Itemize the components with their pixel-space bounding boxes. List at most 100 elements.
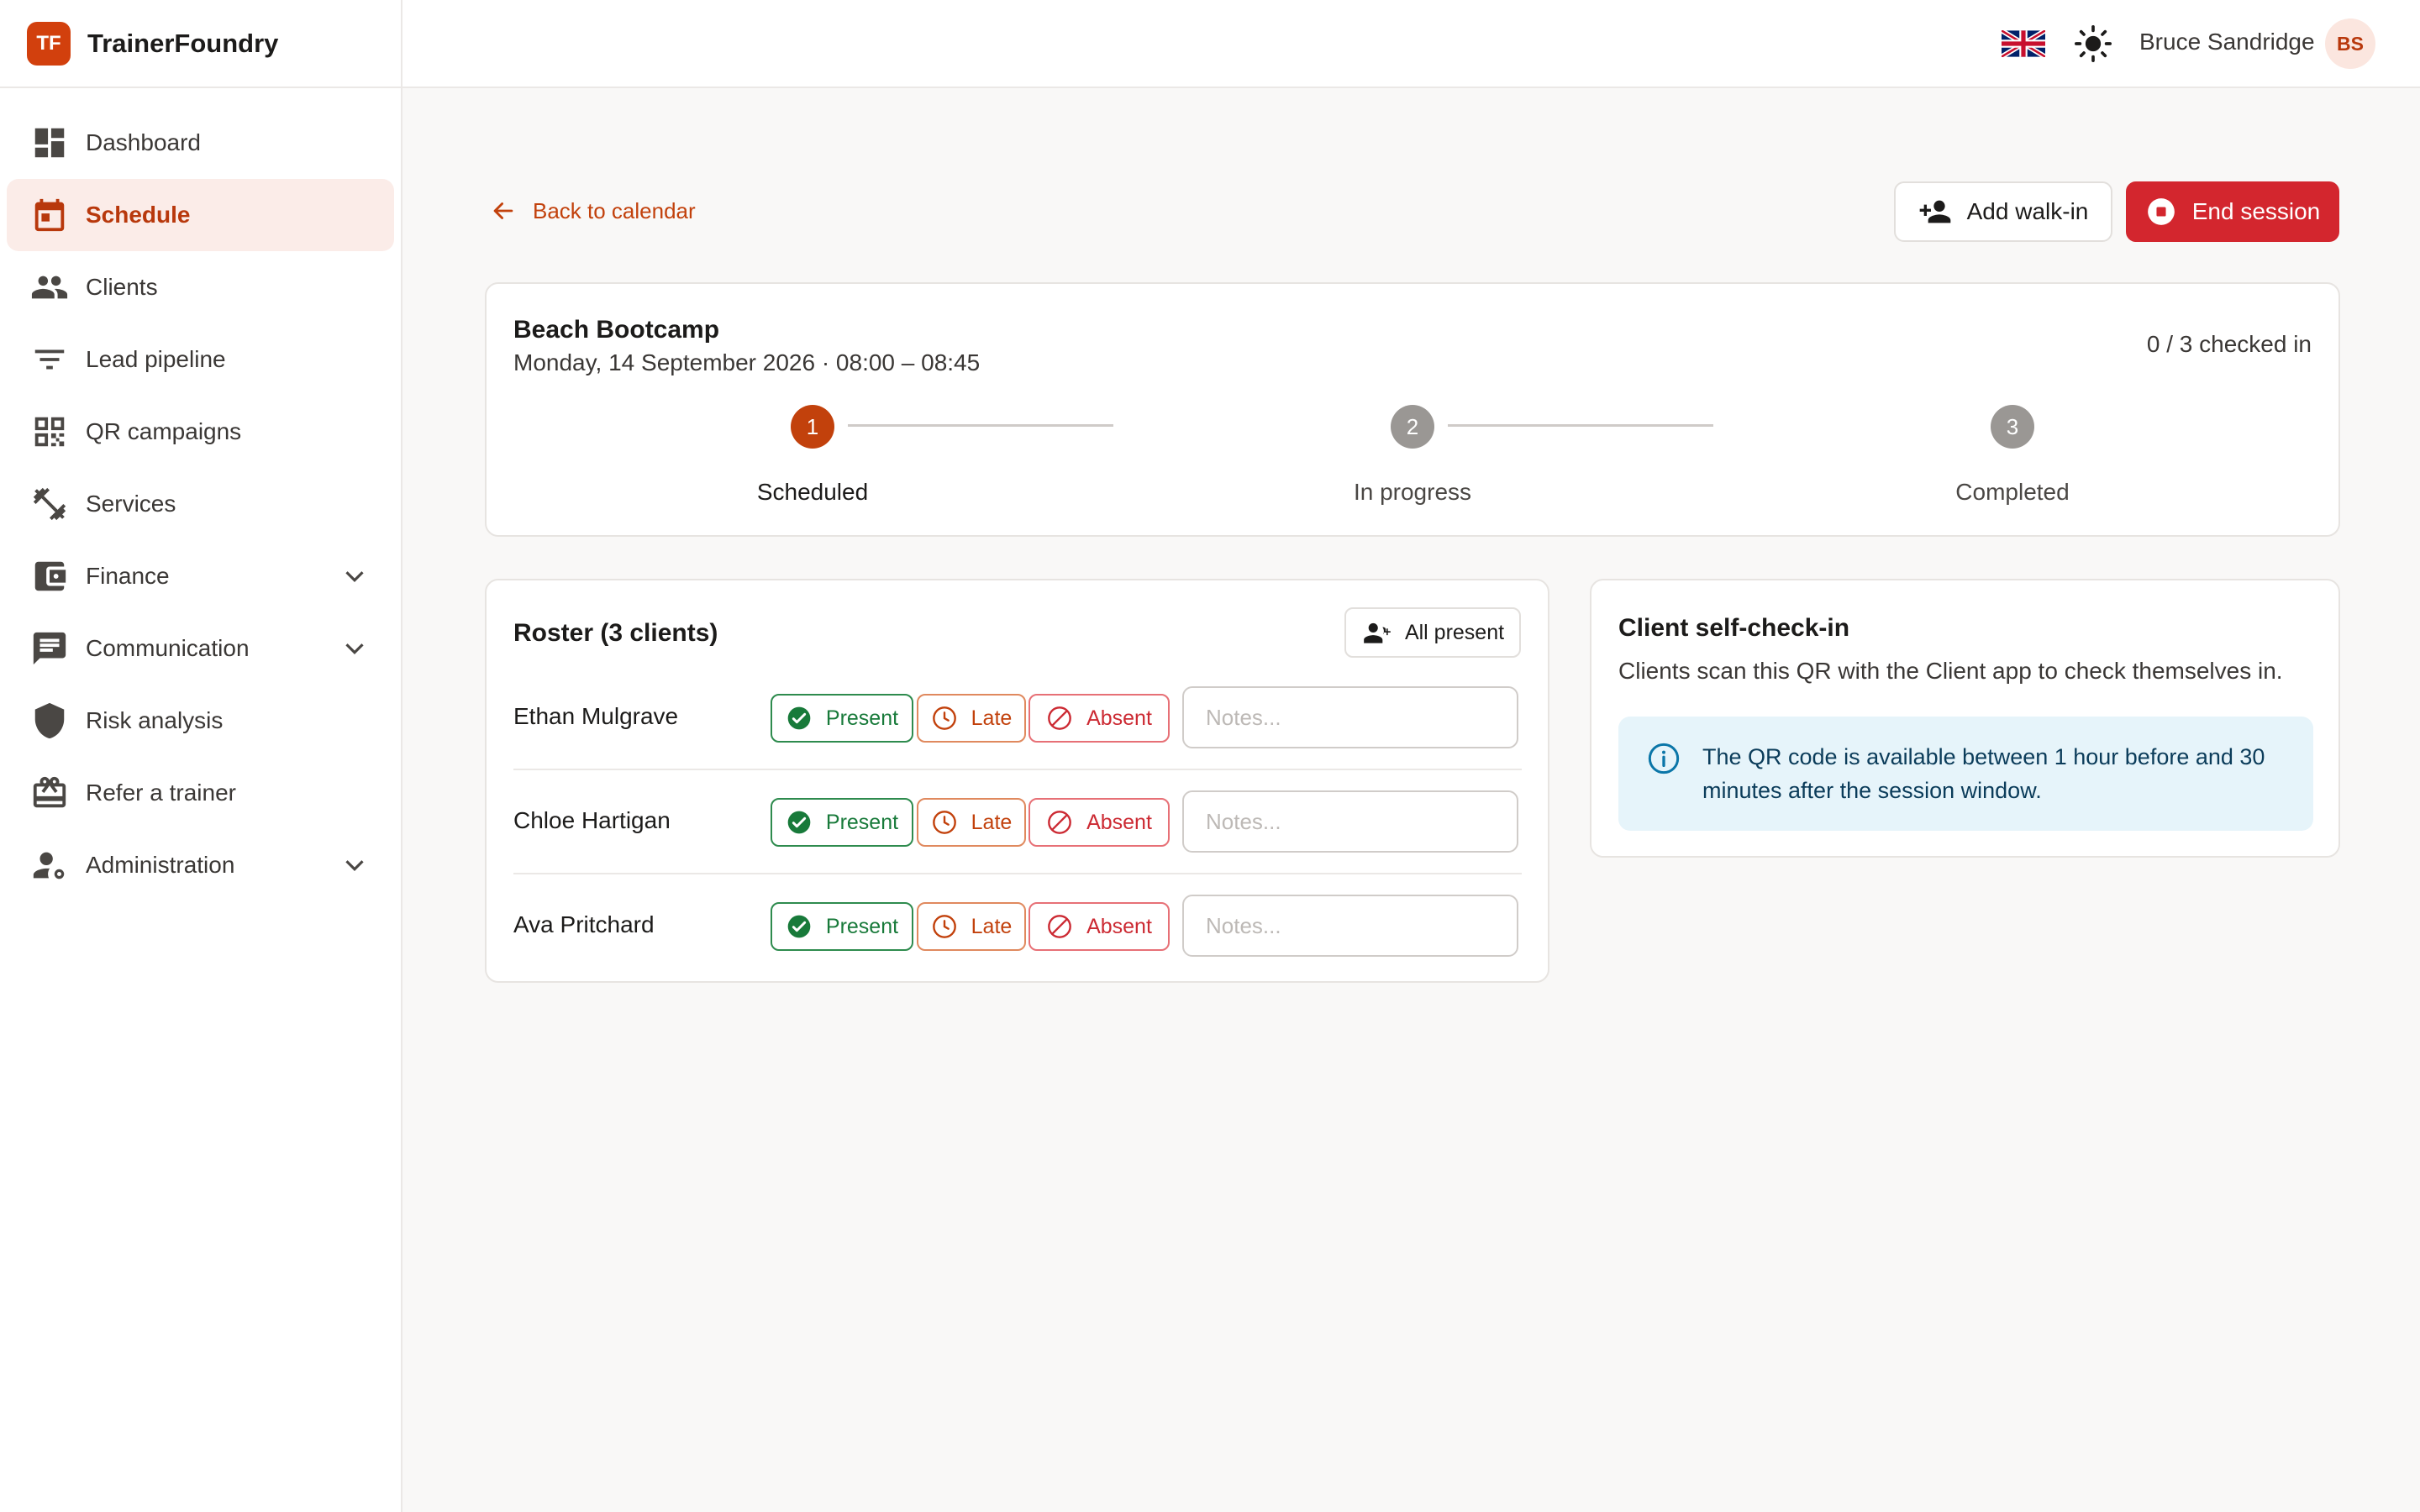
calendar-icon [30,196,69,234]
self-check-in-title: Client self-check-in [1618,614,1850,642]
notes-input[interactable] [1182,895,1518,957]
present-button[interactable]: Present [771,694,913,743]
filter-icon [30,340,69,379]
step-3-dot: 3 [1991,405,2034,449]
sidebar-item-administration[interactable]: Administration [7,829,394,901]
dumbbell-icon [30,485,69,523]
chat-icon [30,629,69,668]
all-present-label: All present [1404,620,1505,644]
sun-icon[interactable] [2075,25,2112,62]
late-button[interactable]: Late [917,798,1026,847]
late-button[interactable]: Late [917,694,1026,743]
user-name[interactable]: Bruce Sandridge [2139,29,2315,55]
step-1-dot: 1 [791,405,834,449]
sidebar-item-label: Communication [86,635,250,661]
arrow-left-icon [493,202,513,219]
client-name: Ethan Mulgrave [513,703,679,729]
sidebar-item-refer-a-trainer[interactable]: Refer a trainer [7,757,394,829]
sidebar-item-label: Services [86,491,176,517]
sidebar-item-clients[interactable]: Clients [7,251,394,323]
late-label: Late [971,810,1013,834]
sidebar-item-label: Administration [86,852,235,878]
all-present-button[interactable]: All present [1344,607,1521,658]
wallet-icon [30,557,69,596]
check-circle-icon [787,706,811,730]
absent-label: Absent [1086,914,1152,938]
sidebar-item-qr-campaigns[interactable]: QR campaigns [7,396,394,468]
block-icon [1048,811,1071,834]
sidebar-item-label: Lead pipeline [86,346,226,372]
check-circle-icon [787,811,811,834]
present-button[interactable]: Present [771,902,913,951]
block-icon [1048,706,1071,730]
present-label: Present [825,914,899,938]
session-datetime: Monday, 14 September 2026 · 08:00 – 08:4… [513,349,981,375]
sidebar-nav: Dashboard Schedule Clients Lead pipeline… [0,88,401,901]
sidebar-item-label: Schedule [86,202,191,228]
self-check-in-description: Clients scan this QR with the Client app… [1618,658,2283,684]
uk-flag-icon[interactable] [2002,30,2045,57]
sidebar-item-dashboard[interactable]: Dashboard [7,107,394,179]
table-row: Ethan Mulgrave Present Late Absent [513,666,1522,770]
person-add-icon [1919,200,1950,223]
session-card: Beach Bootcamp Monday, 14 September 2026… [485,282,2340,537]
topbar: Bruce Sandridge BS [402,0,2420,88]
notes-input[interactable] [1182,790,1518,853]
present-label: Present [825,706,899,730]
sidebar-item-label: Refer a trainer [86,780,236,806]
sidebar-item-label: Risk analysis [86,707,224,733]
check-circle-icon [787,915,811,938]
table-row: Chloe Hartigan Present Late Absent [513,770,1522,874]
info-alert-text: The QR code is available between 1 hour … [1702,744,2265,803]
clock-icon [932,915,956,938]
roster-title: Roster (3 clients) [513,619,718,647]
info-alert: The QR code is available between 1 hour … [1618,717,2313,831]
sidebar-item-label: Dashboard [86,129,201,155]
sidebar-item-label: Finance [86,563,170,589]
people-icon [30,268,69,307]
absent-button[interactable]: Absent [1028,798,1170,847]
brand-name: TrainerFoundry [87,28,279,58]
sidebar-item-services[interactable]: Services [7,468,394,540]
step-2-label: In progress [1353,479,1472,505]
absent-label: Absent [1086,810,1152,834]
sidebar-item-risk-analysis[interactable]: Risk analysis [7,685,394,757]
late-button[interactable]: Late [917,902,1026,951]
avatar[interactable]: BS [2325,18,2375,69]
end-session-button[interactable]: End session [2126,181,2339,242]
session-title: Beach Bootcamp [513,316,720,344]
checked-in-count: 0 / 3 checked in [2146,331,2312,357]
chevron-down-icon [345,643,364,654]
dashboard-icon [30,123,69,162]
late-label: Late [971,706,1013,730]
absent-button[interactable]: Absent [1028,694,1170,743]
block-icon [1048,915,1071,938]
absent-button[interactable]: Absent [1028,902,1170,951]
present-button[interactable]: Present [771,798,913,847]
table-row: Ava Pritchard Present Late Absent [513,874,1522,979]
add-walk-in-label: Add walk-in [1966,198,2089,224]
info-icon [1648,743,1680,774]
late-label: Late [971,914,1013,938]
sidebar-item-finance[interactable]: Finance [7,540,394,612]
back-to-calendar-link[interactable]: Back to calendar [489,197,696,225]
brand[interactable]: TF TrainerFoundry [0,0,401,88]
clock-icon [932,706,956,730]
sidebar-item-label: Clients [86,274,158,300]
step-3-label: Completed [1955,479,2070,505]
add-walk-in-button[interactable]: Add walk-in [1894,181,2112,242]
roster-card: Roster (3 clients) All present Ethan Mul… [485,579,1549,983]
end-session-label: End session [2191,198,2321,224]
sidebar-item-label: QR campaigns [86,418,242,444]
sidebar: TF TrainerFoundry Dashboard Schedule Cli… [0,0,402,1512]
group-add-icon [1364,622,1391,643]
client-name: Ava Pritchard [513,911,655,937]
notes-input[interactable] [1182,686,1518,748]
present-label: Present [825,810,899,834]
sidebar-item-lead-pipeline[interactable]: Lead pipeline [7,323,394,396]
client-name: Chloe Hartigan [513,807,671,833]
sidebar-item-communication[interactable]: Communication [7,612,394,685]
stop-circle-icon [2147,198,2175,225]
sidebar-item-schedule[interactable]: Schedule [7,179,394,251]
step-1-label: Scheduled [756,479,869,505]
